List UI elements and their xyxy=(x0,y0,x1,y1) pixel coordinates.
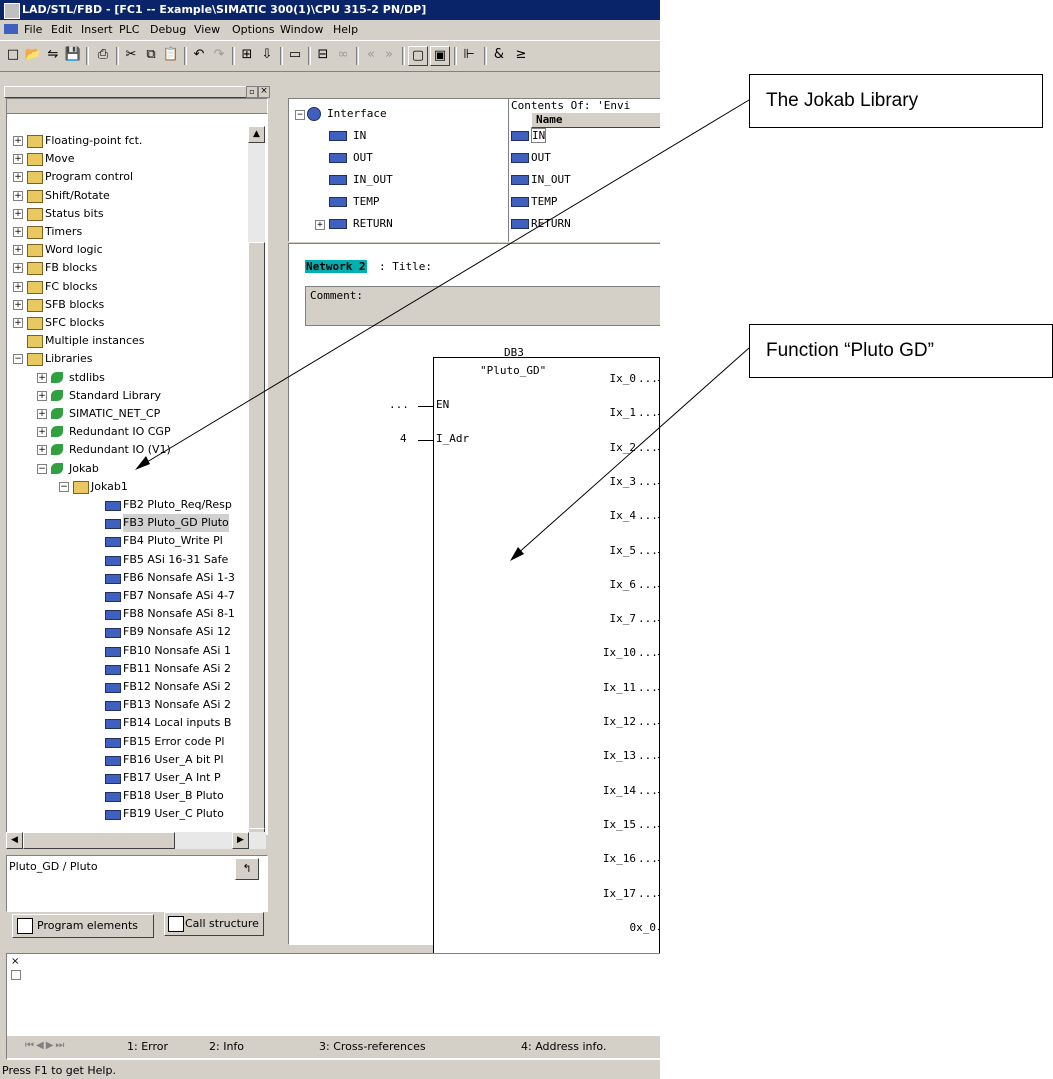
callout-arrows xyxy=(135,99,750,561)
arrowhead xyxy=(135,456,150,470)
arrow-to-function-block xyxy=(515,347,750,556)
arrow-to-jokab-library xyxy=(141,99,750,466)
